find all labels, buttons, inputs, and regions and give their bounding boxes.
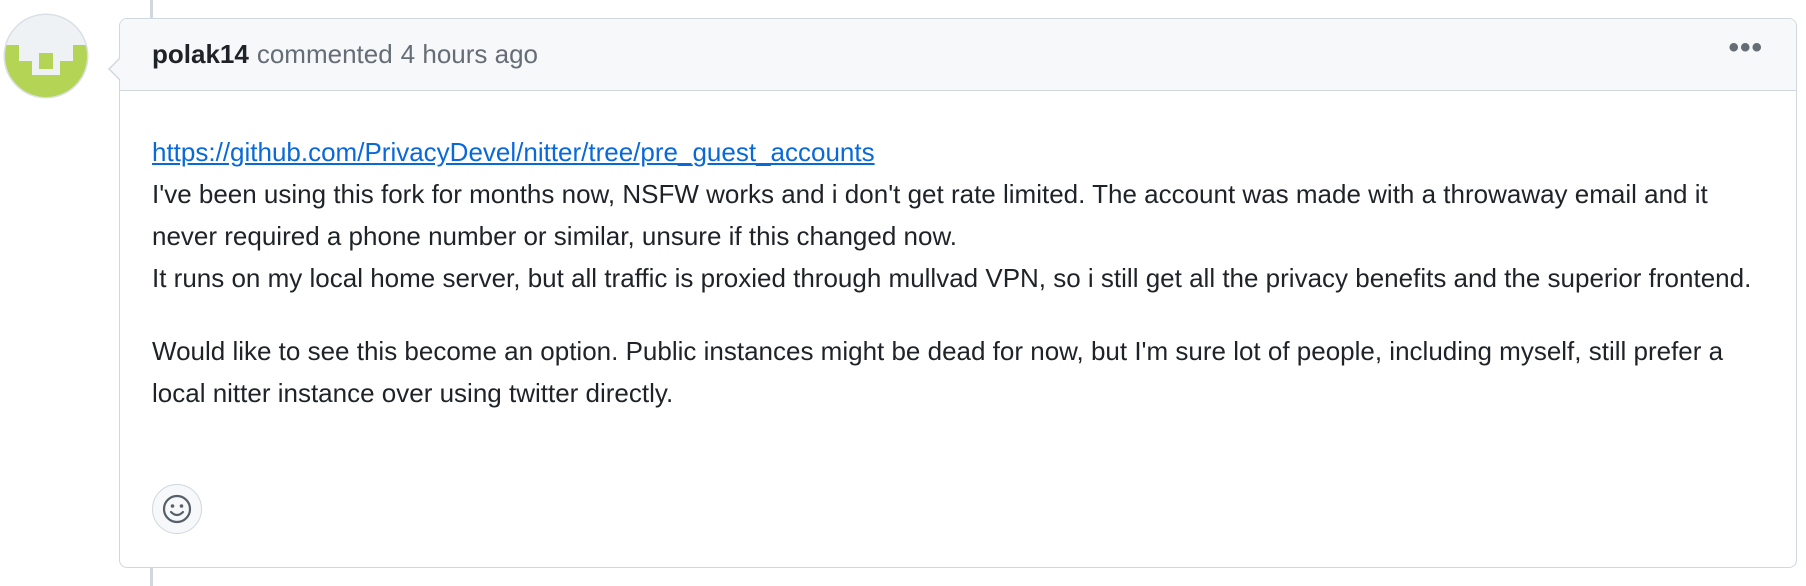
fork-link[interactable]: https://github.com/PrivacyDevel/nitter/t… [152, 137, 875, 167]
avatar[interactable] [5, 15, 87, 97]
kebab-horizontal-icon[interactable]: ••• [1728, 32, 1763, 77]
comment-body: https://github.com/PrivacyDevel/nitter/t… [120, 91, 1796, 414]
comment-action-text: commented [256, 39, 393, 69]
add-reaction-button[interactable] [152, 484, 202, 534]
smiley-icon [162, 494, 192, 524]
comment-caret [108, 57, 121, 81]
identicon-icon [5, 15, 87, 97]
comment-text-line-2: It runs on my local home server, but all… [152, 263, 1752, 293]
comment-paragraph-2: Would like to see this become an option.… [152, 336, 1724, 408]
author-link[interactable]: polak14 [152, 39, 249, 70]
comment-header: polak14 commented 4 hours ago ••• [120, 19, 1796, 91]
comment-paragraph-1: https://github.com/PrivacyDevel/nitter/t… [152, 131, 1764, 299]
comment-text-line-1: I've been using this fork for months now… [152, 179, 1708, 251]
comment-card: polak14 commented 4 hours ago ••• https:… [108, 18, 1797, 568]
comment-timestamp[interactable]: 4 hours ago [401, 39, 538, 70]
